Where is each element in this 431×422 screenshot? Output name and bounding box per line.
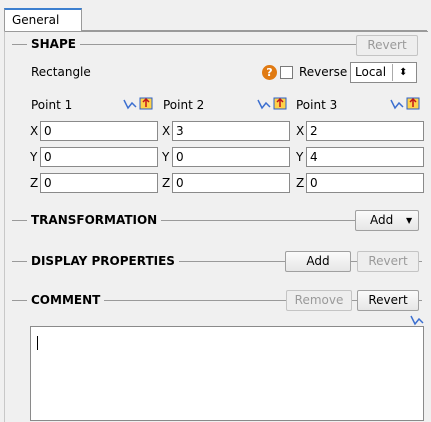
- point-2-x-input[interactable]: 3: [172, 121, 290, 141]
- spin-arrows-icon: ⬍: [399, 67, 408, 78]
- comment-section-title: COMMENT: [27, 293, 105, 307]
- reverse-checkbox[interactable]: [280, 66, 293, 79]
- graph-icon[interactable]: [257, 97, 289, 113]
- dropdown-arrow-icon: ▼: [406, 216, 413, 225]
- coordinate-system-value: Local: [355, 65, 387, 79]
- x-axis-label: X: [296, 124, 305, 138]
- shape-type-label: Rectangle: [31, 65, 91, 79]
- comment-remove-button[interactable]: Remove: [286, 290, 352, 311]
- help-icon[interactable]: ?: [262, 65, 277, 80]
- display-properties-add-button[interactable]: Add: [285, 251, 351, 272]
- point-3-label: Point 3: [296, 98, 338, 112]
- tab-general[interactable]: General: [4, 8, 82, 32]
- y-axis-label: Y: [30, 150, 38, 164]
- display-properties-revert-button[interactable]: Revert: [357, 251, 419, 272]
- select-divider: [392, 64, 393, 81]
- display-properties-section-title: DISPLAY PROPERTIES: [27, 254, 179, 268]
- x-axis-label: X: [162, 124, 171, 138]
- z-axis-label: Z: [296, 176, 305, 190]
- point-1-x-input[interactable]: 0: [40, 121, 158, 141]
- z-axis-label: Z: [30, 176, 39, 190]
- reverse-label: Reverse: [299, 65, 348, 79]
- transformation-section-title: TRANSFORMATION: [27, 213, 162, 227]
- coordinate-system-select[interactable]: Local ⬍: [350, 62, 417, 83]
- point-1-y-input[interactable]: 0: [40, 147, 158, 167]
- shape-section-title: SHAPE: [27, 37, 80, 51]
- y-axis-label: Y: [162, 150, 170, 164]
- graph-icon[interactable]: [390, 97, 422, 113]
- comment-revert-button[interactable]: Revert: [357, 290, 419, 311]
- graph-icon[interactable]: [123, 97, 155, 113]
- point-2-y-input[interactable]: 0: [172, 147, 290, 167]
- point-3-x-input[interactable]: 2: [306, 121, 424, 141]
- transformation-add-label: Add: [370, 213, 394, 227]
- point-1-z-input[interactable]: 0: [40, 173, 158, 193]
- transformation-add-button[interactable]: Add ▼: [355, 210, 419, 231]
- point-3-y-input[interactable]: 4: [306, 147, 424, 167]
- point-3-z-input[interactable]: 0: [306, 173, 424, 193]
- point-2-label: Point 2: [163, 98, 205, 112]
- x-axis-label: X: [30, 124, 39, 138]
- point-2-z-input[interactable]: 0: [172, 173, 290, 193]
- y-axis-label: Y: [296, 150, 304, 164]
- shape-revert-button[interactable]: Revert: [356, 35, 418, 56]
- text-cursor: [37, 336, 38, 350]
- comment-textarea[interactable]: [30, 326, 424, 421]
- point-1-label: Point 1: [31, 98, 73, 112]
- z-axis-label: Z: [162, 176, 171, 190]
